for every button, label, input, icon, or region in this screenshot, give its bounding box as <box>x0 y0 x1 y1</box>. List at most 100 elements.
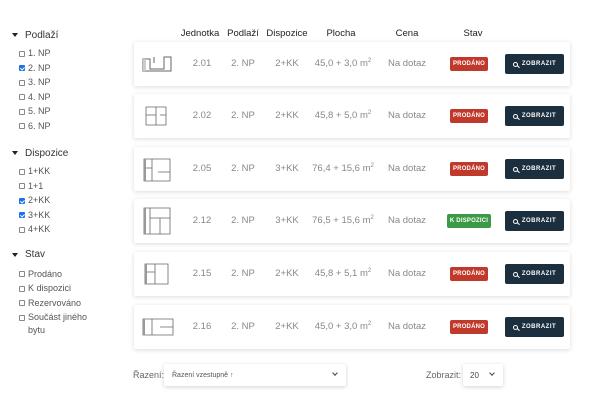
chevron-down-icon <box>332 370 338 376</box>
checkbox[interactable] <box>19 314 25 321</box>
floor-plan-thumbnail[interactable] <box>140 154 176 184</box>
show-unit-button[interactable]: ZOBRAZIT <box>505 317 564 337</box>
floor-plan-thumbnail[interactable] <box>140 259 176 289</box>
column-header-layout[interactable]: Dispozice <box>264 28 310 39</box>
column-header-status[interactable]: Stav <box>450 28 496 39</box>
filter-option-part-of-other[interactable]: Součást jiného bytu <box>8 311 128 337</box>
show-unit-button[interactable]: ZOBRAZIT <box>505 264 564 284</box>
caret-down-icon <box>12 151 18 155</box>
unit-number: 2.02 <box>192 110 212 121</box>
show-unit-button[interactable]: ZOBRAZIT <box>505 106 564 126</box>
show-unit-button[interactable]: ZOBRAZIT <box>505 211 564 231</box>
unit-card[interactable]: 2.16 2. NP 2+KK 45,0 + 3,0 m2 Na dotaz PRODÁN… <box>134 305 570 349</box>
filter-option-2kk[interactable]: 2+KK <box>8 194 128 209</box>
checkbox[interactable] <box>19 123 25 129</box>
unit-layout: 3+KK <box>275 163 299 174</box>
checkbox[interactable] <box>19 50 25 57</box>
checkbox[interactable] <box>19 271 25 277</box>
search-icon <box>512 113 518 119</box>
checkbox[interactable] <box>19 285 25 292</box>
checkbox[interactable] <box>19 197 25 204</box>
unit-floor: 2. NP <box>231 110 255 121</box>
filter-option-1np[interactable]: 1. NP <box>8 47 128 62</box>
status-badge: PRODÁNO <box>450 162 488 176</box>
filter-option-label: 5. NP <box>28 106 51 116</box>
caret-down-icon <box>12 252 18 257</box>
status-badge: K DISPOZICI <box>447 214 491 228</box>
checkbox[interactable] <box>19 65 25 71</box>
caret-down-icon <box>12 33 18 37</box>
checkbox[interactable] <box>19 183 25 189</box>
show-unit-button[interactable]: ZOBRAZIT <box>505 54 564 74</box>
unit-area-sup: 2 <box>367 320 372 327</box>
status-badge: PRODÁNO <box>450 267 488 281</box>
filter-title-label: Stav <box>25 249 46 260</box>
filter-option-label: 6. NP <box>28 120 51 131</box>
unit-layout: 2+KK <box>275 58 299 69</box>
show-unit-button-label: ZOBRAZIT <box>521 113 557 119</box>
unit-floor: 2. NP <box>231 321 255 332</box>
column-header-price[interactable]: Cena <box>384 28 430 39</box>
floor-plan-thumbnail[interactable] <box>140 101 176 131</box>
checkbox[interactable] <box>19 94 25 100</box>
unit-card[interactable]: 2.12 2. NP 3+KK 76,5 + 15,6 m2 Na dotaz K DIS… <box>134 199 570 243</box>
filter-option-3kk[interactable]: 3+KK <box>8 209 128 224</box>
unit-area-value: 45,8 + 5,0 m <box>314 110 368 121</box>
filter-title-layout[interactable]: Dispozice <box>8 146 128 160</box>
unit-floor: 2. NP <box>231 58 255 69</box>
unit-price: Na dotaz <box>387 321 427 332</box>
floor-plan-thumbnail[interactable] <box>140 312 176 342</box>
sort-select[interactable]: Řazení vzestupně ↑ <box>164 364 346 386</box>
filter-title-label: Podlaží <box>25 29 59 41</box>
search-icon <box>512 61 518 67</box>
checkbox[interactable] <box>19 226 25 233</box>
checkbox[interactable] <box>19 300 25 306</box>
filter-option-reserved[interactable]: Rezervováno <box>8 297 128 312</box>
filter-title-label: Dispozice <box>25 147 69 159</box>
filter-option-sold[interactable]: Prodáno <box>8 268 128 283</box>
show-unit-button-label: ZOBRAZIT <box>521 218 557 224</box>
column-header-area[interactable]: Plocha <box>318 28 364 39</box>
unit-floor: 2. NP <box>231 268 255 279</box>
checkbox[interactable] <box>19 79 25 86</box>
column-header-unit[interactable]: Jednotka <box>176 28 224 39</box>
unit-layout: 3+KK <box>275 215 299 226</box>
filter-title-floor[interactable]: Podlaží <box>8 28 128 42</box>
unit-number: 2.15 <box>192 268 212 279</box>
filter-option-available[interactable]: K dispozici <box>8 282 128 297</box>
filter-title-status[interactable]: Stav <box>8 248 128 262</box>
filter-option-5np[interactable]: 5. NP <box>8 105 128 120</box>
show-unit-button[interactable]: ZOBRAZIT <box>505 159 564 179</box>
checkbox[interactable] <box>19 212 25 218</box>
floor-plan-thumbnail[interactable] <box>140 49 176 79</box>
column-header-floor[interactable]: Podlaží <box>225 28 261 39</box>
filter-option-label: 2. NP <box>28 62 51 73</box>
unit-card[interactable]: 2.01 2. NP 2+KK 45,0 + 3,0 m2 Na dotaz PRODÁN… <box>134 42 570 86</box>
unit-price: Na dotaz <box>387 58 427 69</box>
filter-option-label: 1. NP <box>28 48 51 58</box>
unit-area: 45,0 + 3,0 m2 <box>308 305 378 349</box>
unit-area-sup: 2 <box>370 214 374 221</box>
filter-option-1kk[interactable]: 1+KK <box>8 165 128 180</box>
unit-price: Na dotaz <box>387 268 427 279</box>
filter-option-label: 4+KK <box>28 224 51 234</box>
filter-option-2np[interactable]: 2. NP <box>8 62 128 77</box>
filter-option-4np[interactable]: 4. NP <box>8 91 128 106</box>
filter-sidebar: Podlaží 1. NP 2. NP 3. NP 4. NP 5. NP 6.… <box>8 28 128 343</box>
page-size-value: 20 <box>470 370 479 380</box>
checkbox[interactable] <box>19 168 25 175</box>
filter-option-3np[interactable]: 3. NP <box>8 76 128 91</box>
filter-option-1plus1[interactable]: 1+1 <box>8 180 128 195</box>
unit-card[interactable]: 2.05 2. NP 3+KK 76,4 + 15,6 m2 Na dotaz PRODÁ… <box>134 147 570 191</box>
show-unit-button-label: ZOBRAZIT <box>521 61 557 67</box>
unit-card[interactable]: 2.02 2. NP 2+KK 45,8 + 5,0 m2 Na dotaz PRODÁN… <box>134 94 570 138</box>
page-size-select[interactable]: 20 <box>463 364 503 386</box>
filter-option-label: K dispozici <box>28 283 72 293</box>
unit-area-value: 76,4 + 15,6 m <box>312 163 371 174</box>
filter-group-layout: Dispozice 1+KK 1+1 2+KK 3+KK 4+KK <box>8 146 128 238</box>
filter-option-4kk[interactable]: 4+KK <box>8 223 128 238</box>
floor-plan-thumbnail[interactable] <box>140 206 176 236</box>
unit-card[interactable]: 2.15 2. NP 2+KK 45,8 + 5,1 m2 Na dotaz PRODÁN… <box>134 252 570 296</box>
filter-option-6np[interactable]: 6. NP <box>8 120 128 135</box>
checkbox[interactable] <box>19 108 25 115</box>
